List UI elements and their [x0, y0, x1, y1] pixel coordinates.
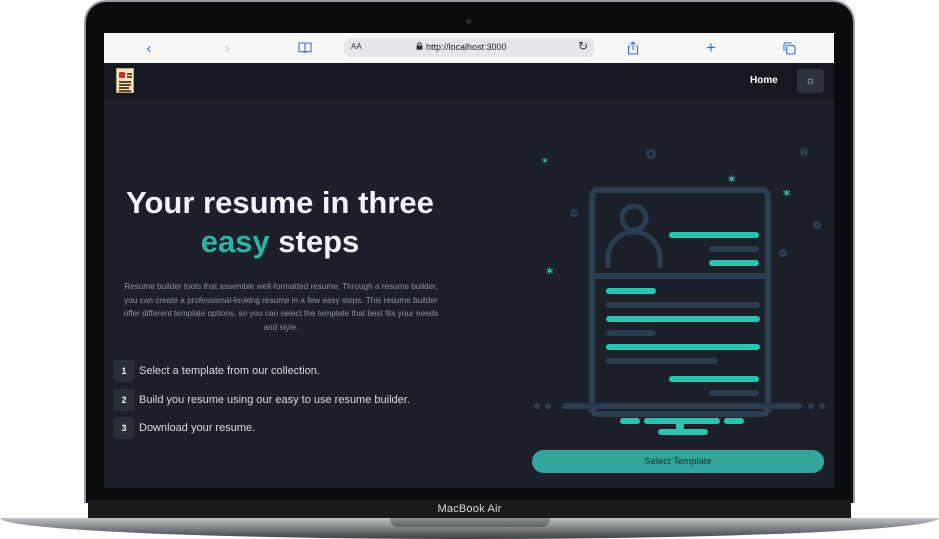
hero-title-line2: easy steps [104, 222, 456, 261]
select-template-button[interactable]: Select Template [532, 450, 824, 473]
resume-illustration: * * * * [534, 148, 825, 435]
sun-icon: ☼ [805, 75, 816, 87]
laptop-notch [390, 518, 550, 527]
url-text: http://localhost:3000 [426, 42, 507, 52]
hero-title-end: steps [278, 224, 360, 259]
forward-button[interactable]: › [218, 39, 236, 57]
hero-title-line1: Your resume in three [126, 185, 434, 220]
step-number: 2 [113, 389, 135, 411]
camera-dot [466, 19, 471, 24]
bookmarks-icon[interactable] [296, 39, 314, 57]
step-number: 3 [113, 417, 135, 439]
address-bar[interactable]: AA http://localhost:3000 ↻ [344, 38, 594, 57]
app-navbar: Home ☼ [104, 63, 834, 99]
svg-text:*: * [542, 156, 548, 169]
lock-icon [416, 42, 423, 52]
tabs-overview-icon[interactable] [780, 39, 798, 57]
screen: ‹ › AA http://localhost:3000 ↻ + Home ☼ … [104, 33, 834, 488]
reload-icon[interactable]: ↻ [578, 39, 588, 53]
step-item: 2 Build you resume using our easy to use… [113, 389, 410, 411]
device-label: MacBook Air [437, 503, 502, 515]
step-text: Download your resume. [139, 422, 256, 434]
new-tab-icon[interactable]: + [702, 38, 720, 57]
hero-description: Resume builder tools that assemble well-… [123, 282, 439, 332]
laptop-frame: ‹ › AA http://localhost:3000 ↻ + Home ☼ … [0, 0, 939, 539]
step-text: Select a template from our collection. [139, 365, 320, 377]
hero-title-accent: easy [200, 224, 270, 259]
step-text: Build you resume using our easy to use r… [139, 394, 410, 406]
text-size-button[interactable]: AA [351, 42, 362, 51]
step-item: 3 Download your resume. [113, 417, 255, 439]
svg-text:*: * [546, 266, 554, 282]
hero-title: Your resume in three easy steps [104, 183, 456, 261]
back-button[interactable]: ‹ [140, 39, 158, 57]
share-icon[interactable] [624, 39, 642, 57]
step-number: 1 [113, 360, 135, 382]
resume-logo-icon[interactable] [116, 68, 134, 93]
step-item: 1 Select a template from our collection. [113, 360, 320, 382]
svg-text:*: * [783, 188, 791, 204]
nav-home-link[interactable]: Home [750, 75, 778, 86]
theme-toggle-button[interactable]: ☼ [797, 69, 824, 93]
browser-toolbar: ‹ › AA http://localhost:3000 ↻ + [104, 33, 834, 63]
